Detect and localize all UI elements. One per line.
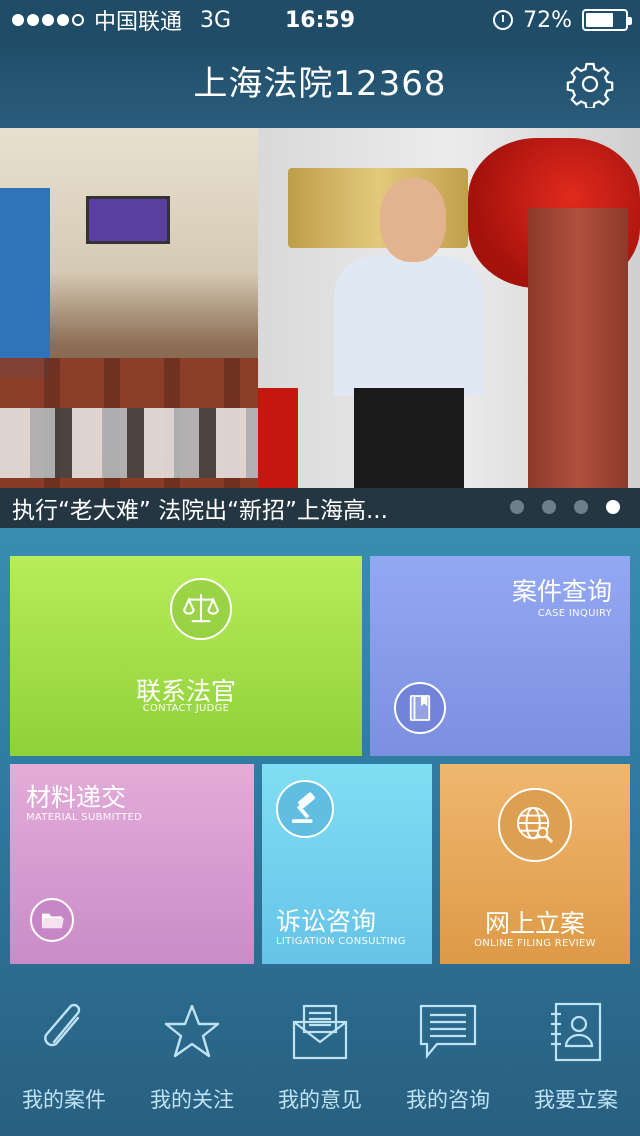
banner-photo-ceremony [258,128,640,488]
contact-book-icon [551,1002,602,1062]
page-dot-active[interactable] [606,500,620,514]
tab-label: 我的意见 [278,1088,362,1112]
tab-my-cases[interactable]: 我的案件 [0,990,128,1136]
folder-icon [30,898,74,942]
online-filing-tile[interactable]: 网上立案 ONLINE FILING REVIEW [440,764,630,964]
material-submitted-sublabel: MATERIAL SUBMITTED [26,812,143,823]
contact-judge-tile[interactable]: 联系法官 CONTACT JUDGE [10,556,362,756]
case-inquiry-label: 案件查询 [511,577,612,606]
gavel-icon [276,780,334,838]
litigation-consulting-tile[interactable]: 诉讼咨询 LITIGATION CONSULTING [262,764,432,964]
page-title: 上海法院12368 [193,64,447,104]
battery-percent: 72% [523,7,572,33]
network-type: 3G [200,7,232,33]
material-submitted-label: 材料递交 [26,783,127,812]
carrier-name: 中国联通 [94,10,183,35]
envelope-icon [292,1004,348,1060]
tab-my-consultations[interactable]: 我的咨询 [384,990,512,1136]
alarm-icon [493,10,514,30]
chat-icon [419,1004,477,1060]
banner-caption: 执行“老大难” 法院出“新招”上海高... [12,498,388,524]
tab-label: 我的关注 [150,1088,234,1112]
online-filing-sublabel: ONLINE FILING REVIEW [474,938,596,949]
banner-page-indicator[interactable] [510,500,620,514]
litigation-consulting-sublabel: LITIGATION CONSULTING [276,936,406,947]
tab-label: 我的咨询 [406,1088,490,1112]
page-dot[interactable] [574,500,588,514]
litigation-consulting-label: 诉讼咨询 [276,907,377,936]
case-inquiry-sublabel: CASE INQUIRY [537,608,612,619]
tab-my-opinions[interactable]: 我的意见 [256,990,384,1136]
news-banner[interactable]: 执行“老大难” 法院出“新招”上海高... [0,128,640,528]
settings-button[interactable] [566,60,614,110]
signal-strength-icon [12,14,84,26]
battery-icon [582,9,632,31]
contact-judge-sublabel: CONTACT JUDGE [142,703,230,714]
page-dot[interactable] [510,500,524,514]
tab-my-follows[interactable]: 我的关注 [128,990,256,1136]
paperclip-icon [44,1003,81,1047]
star-icon [164,1004,220,1058]
online-filing-label: 网上立案 [484,909,585,938]
globe-search-icon [498,788,572,862]
book-icon [394,682,446,734]
bottom-tab-bar: 我的案件 我的关注 我的意见 我的咨询 我要立案 [0,990,640,1136]
gear-icon [566,62,614,110]
status-bar: 中国联通 3G 16:59 72% [0,0,640,40]
banner-caption-bar: 执行“老大难” 法院出“新招”上海高... [0,488,640,528]
tab-label: 我要立案 [534,1088,618,1112]
banner-photo-press-conference [0,128,258,488]
case-inquiry-tile[interactable]: 案件查询 CASE INQUIRY [370,556,630,756]
tab-file-case[interactable]: 我要立案 [512,990,640,1136]
material-submitted-tile[interactable]: 材料递交 MATERIAL SUBMITTED [10,764,254,964]
tab-label: 我的案件 [22,1088,106,1112]
nav-bar: 上海法院12368 [0,40,640,128]
scales-icon [170,578,232,640]
page-dot[interactable] [542,500,556,514]
